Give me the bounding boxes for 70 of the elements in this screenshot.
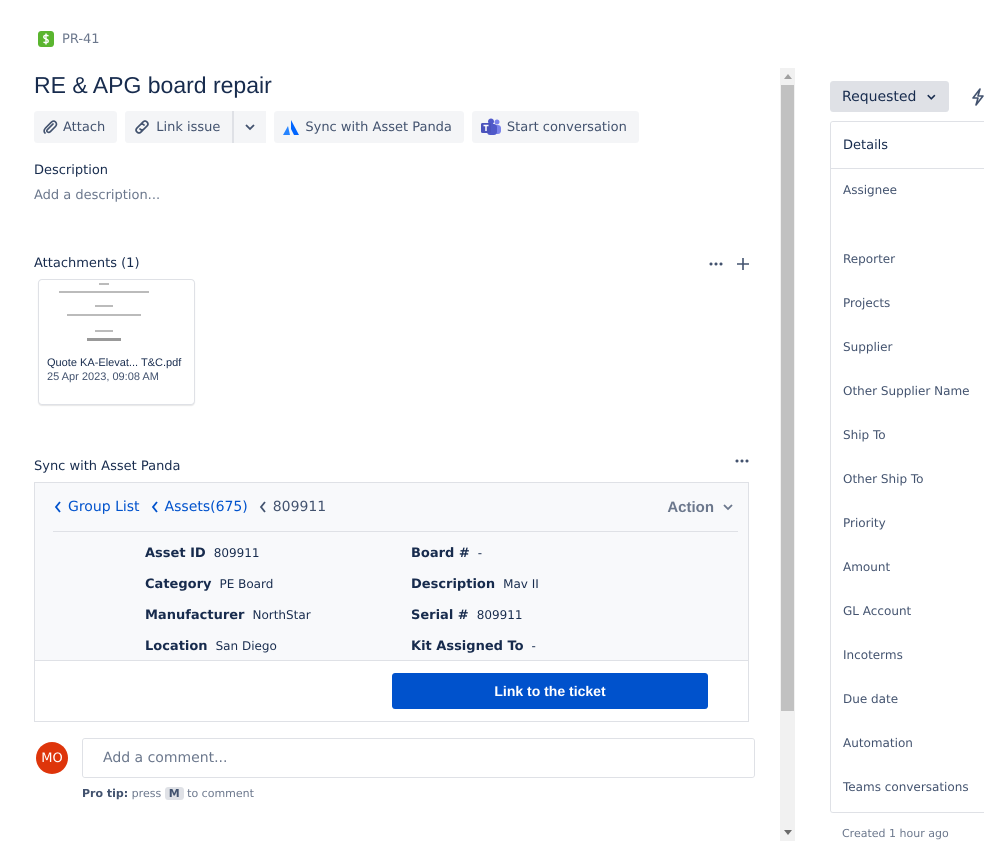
field-label: Manufacturer bbox=[145, 608, 244, 623]
description-placeholder[interactable]: Add a description... bbox=[34, 188, 755, 203]
field-label: Assignee bbox=[842, 182, 898, 199]
dropdown-button[interactable] bbox=[232, 111, 266, 143]
field-label: Description bbox=[411, 577, 496, 592]
file-name: Quote KA-Elevat... T&C.pdf bbox=[47, 356, 182, 370]
field-label: Supplier bbox=[842, 339, 894, 356]
chevron-left-icon bbox=[53, 500, 62, 514]
field-label: Reporter bbox=[842, 251, 896, 268]
field-label: Other Supplier Name bbox=[842, 383, 971, 400]
field-label: Due date bbox=[842, 691, 900, 708]
field-label: Incoterms bbox=[842, 647, 904, 664]
more-icon bbox=[709, 262, 723, 266]
field-value: 809911 bbox=[214, 546, 260, 560]
scrollbar[interactable] bbox=[780, 68, 795, 841]
field-label: Board # bbox=[411, 546, 470, 561]
field-value: San Diego bbox=[216, 639, 277, 653]
plus-icon bbox=[737, 258, 749, 270]
dollar-sign-drawing bbox=[42, 33, 50, 45]
toolbar-button[interactable]: Attach bbox=[34, 111, 118, 143]
field-label: Amount bbox=[842, 559, 892, 576]
chevron-left-icon bbox=[150, 500, 159, 514]
section-heading: Sync with Asset Panda bbox=[34, 459, 181, 474]
link-icon bbox=[133, 119, 152, 135]
details-heading: Details bbox=[831, 122, 984, 169]
field-value: - bbox=[532, 639, 536, 653]
attachment-card[interactable]: Quote KA-Elevat... T&C.pdf 25 Apr 2023, 09:08 AM bbox=[38, 279, 195, 405]
triangle-logo-icon bbox=[282, 118, 300, 136]
pro-tip: Pro tip: press M to comment bbox=[82, 787, 255, 800]
field-label: Priority bbox=[842, 515, 887, 532]
teams-logo-icon bbox=[480, 118, 502, 136]
breadcrumb-current: 809911 bbox=[258, 499, 326, 515]
scroll-down-icon bbox=[784, 830, 792, 835]
scrollbar-thumb[interactable] bbox=[781, 85, 794, 711]
field-value: 809911 bbox=[476, 608, 523, 622]
section-heading: Description bbox=[34, 163, 110, 178]
more-icon bbox=[735, 459, 749, 463]
field-value: Mav II bbox=[503, 577, 539, 591]
file-date: 25 Apr 2023, 09:08 AM bbox=[47, 370, 159, 384]
scroll-up-icon bbox=[784, 74, 792, 79]
lightning-icon bbox=[971, 88, 984, 106]
field-label: Serial # bbox=[411, 608, 469, 623]
status-dropdown[interactable]: Requested bbox=[830, 81, 949, 112]
field-label: Other Ship To bbox=[842, 471, 925, 488]
field-label: Projects bbox=[842, 295, 892, 312]
field-label: Kit Assigned To bbox=[411, 639, 524, 654]
comment-field[interactable]: Add a comment... bbox=[82, 738, 755, 778]
toolbar-button[interactable]: Start conversation bbox=[472, 111, 639, 143]
field-label: Asset ID bbox=[145, 546, 206, 561]
field-value: PE Board bbox=[219, 577, 274, 591]
field-value: - bbox=[478, 546, 482, 560]
chevron-left-icon bbox=[258, 500, 267, 514]
paperclip-icon bbox=[42, 119, 58, 135]
toolbar-button[interactable]: Sync with Asset Panda bbox=[274, 111, 464, 143]
field-label: Automation bbox=[842, 735, 914, 752]
issue-title: RE & APG board repair bbox=[34, 72, 273, 99]
created-time: Created 1 hour ago bbox=[842, 827, 950, 840]
user-avatar: MO bbox=[36, 742, 68, 774]
breadcrumb-link[interactable]: Group List bbox=[53, 499, 140, 515]
action-menu[interactable]: Action bbox=[667, 498, 734, 516]
field-label: Category bbox=[145, 577, 212, 592]
field-label: Location bbox=[145, 639, 208, 654]
section-heading: Attachments (1) bbox=[34, 256, 140, 271]
field-label: Teams conversations bbox=[842, 779, 970, 796]
issue-key[interactable]: PR-41 bbox=[62, 32, 100, 46]
field-label: Ship To bbox=[842, 427, 887, 444]
link-ticket-button[interactable]: Link to the ticket bbox=[392, 673, 708, 709]
field-value: NorthStar bbox=[252, 608, 311, 622]
field-label: GL Account bbox=[842, 603, 912, 620]
breadcrumb-link[interactable]: Assets(675) bbox=[150, 499, 248, 515]
